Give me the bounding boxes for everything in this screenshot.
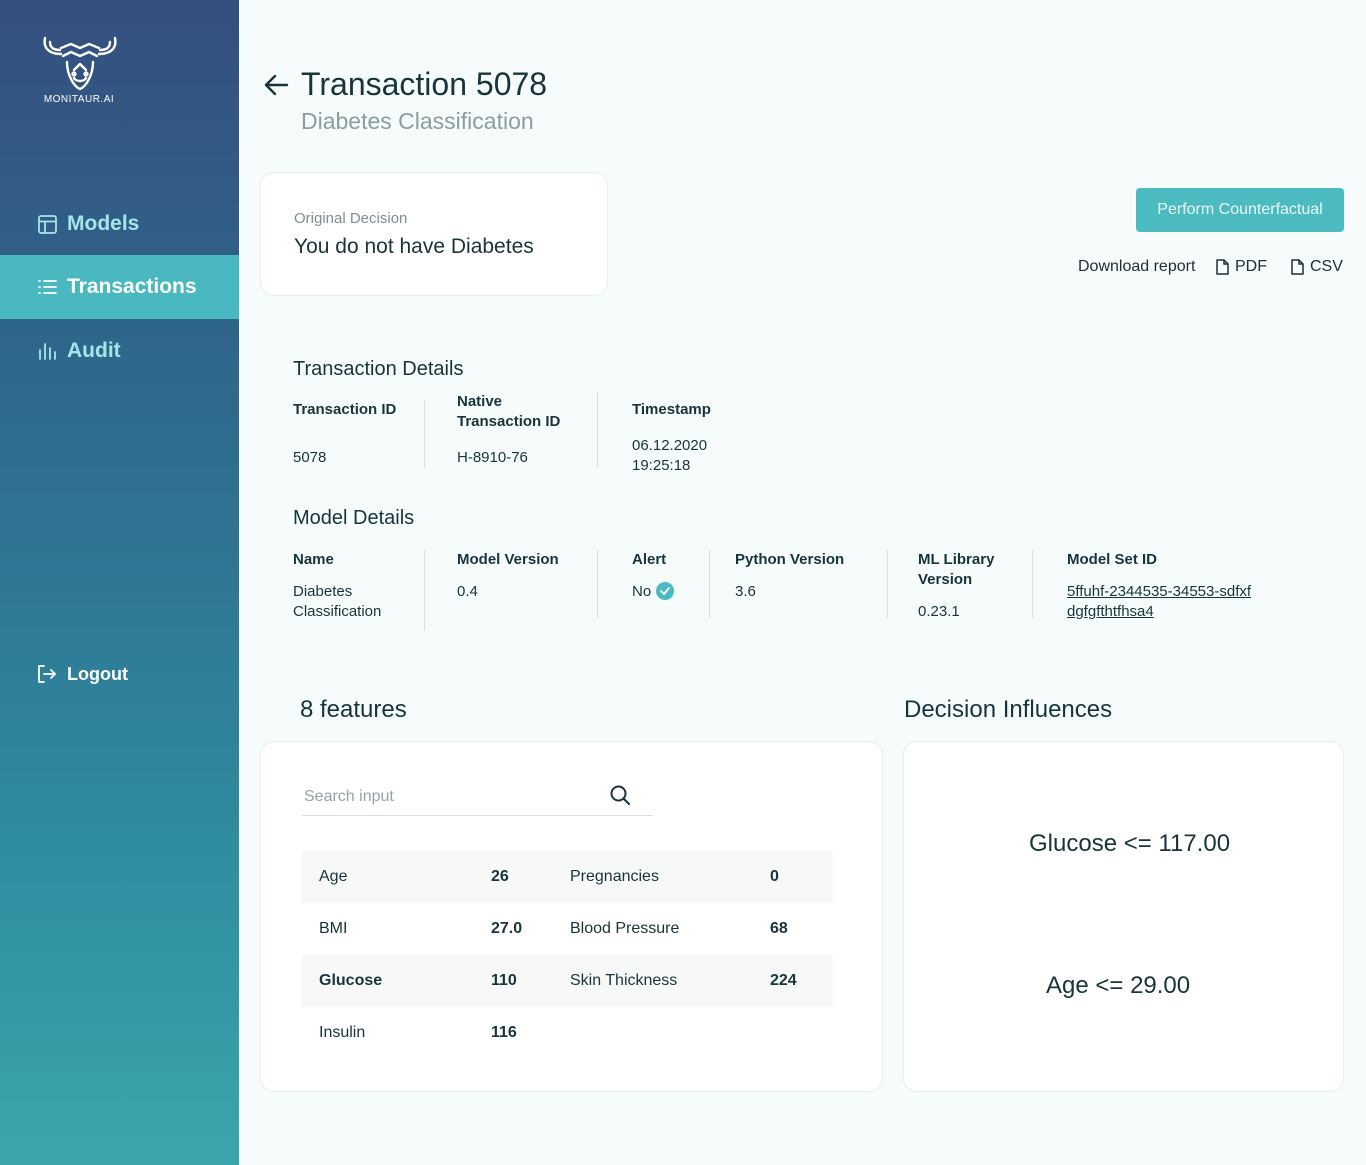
model-version-value: 0.4 xyxy=(457,583,478,600)
feature-name: BMI xyxy=(319,920,348,937)
list-icon xyxy=(37,277,57,297)
bar-chart-icon xyxy=(37,341,57,361)
features-title: 8 features xyxy=(300,696,407,723)
check-circle-icon xyxy=(656,581,675,600)
model-version-label: Model Version xyxy=(457,551,559,568)
feature-name: Skin Thickness xyxy=(570,972,678,989)
perform-counterfactual-button[interactable]: Perform Counterfactual xyxy=(1136,188,1344,232)
feature-value: 116 xyxy=(491,1024,517,1041)
bull-logo-icon xyxy=(43,36,117,91)
model-name-line2: Classification xyxy=(293,603,382,620)
nav-item-audit[interactable]: Audit xyxy=(0,319,239,383)
ml-library-label-line2: Version xyxy=(918,571,973,588)
feature-value: 26 xyxy=(491,868,509,885)
download-report-label: Download report xyxy=(1078,258,1196,275)
logout-icon xyxy=(37,664,57,684)
layout-icon xyxy=(37,214,57,234)
decision-value: You do not have Diabetes xyxy=(294,235,534,258)
feature-value: 0 xyxy=(770,868,779,885)
alert-value: No xyxy=(632,583,652,600)
feature-value: 110 xyxy=(491,972,517,989)
transaction-details-title: Transaction Details xyxy=(293,358,464,380)
native-id-label-line2: Transaction ID xyxy=(457,413,561,430)
table-row: BMI 27.0 Blood Pressure 68 xyxy=(301,903,833,955)
influence-item: Age <= 29.00 xyxy=(1046,972,1191,999)
brand-name: MONITAUR.AI xyxy=(43,94,115,105)
features-card: Age 26 Pregnancies 0 BMI 27.0 Blood Pres… xyxy=(260,741,883,1092)
download-pdf-link[interactable]: PDF xyxy=(1216,258,1267,276)
features-table: Age 26 Pregnancies 0 BMI 27.0 Blood Pres… xyxy=(301,851,833,1059)
page-title: Transaction 5078 xyxy=(301,66,548,102)
decision-influences-card: Glucose <= 117.00 Age <= 29.00 xyxy=(903,741,1344,1092)
ml-library-value: 0.23.1 xyxy=(918,603,960,620)
nav-item-models[interactable]: Models xyxy=(0,192,239,256)
decision-label: Original Decision xyxy=(294,210,408,227)
page-subtitle: Diabetes Classification xyxy=(301,108,534,134)
alert-value-wrap: No xyxy=(632,581,709,602)
feature-value: 68 xyxy=(770,920,788,937)
model-set-id-column: Model Set ID 5ffuhf-2344535-34553-sdfxf … xyxy=(1067,550,1327,622)
timestamp-date: 06.12.2020 xyxy=(632,437,708,454)
download-csv-link[interactable]: CSV xyxy=(1291,258,1343,276)
table-row: Age 26 Pregnancies 0 xyxy=(301,851,833,903)
influence-item: Glucose <= 117.00 xyxy=(1029,830,1231,857)
python-version-column: Python Version 3.6 xyxy=(735,550,888,618)
original-decision-card: Original Decision You do not have Diabet… xyxy=(260,172,608,296)
model-set-id-label: Model Set ID xyxy=(1067,551,1158,568)
logout-button[interactable]: Logout xyxy=(0,642,239,706)
feature-name: Age xyxy=(319,868,348,885)
native-id-column: Native Transaction ID H-8910-76 xyxy=(457,392,598,468)
file-icon xyxy=(1216,259,1229,275)
pdf-label: PDF xyxy=(1235,258,1267,275)
timestamp-label: Timestamp xyxy=(632,401,711,418)
ml-library-label-line1: ML Library xyxy=(918,551,995,568)
model-name-column: Name Diabetes Classification xyxy=(293,550,425,630)
decision-influences-title: Decision Influences xyxy=(904,696,1113,723)
python-version-value: 3.6 xyxy=(735,583,756,600)
search-icon[interactable] xyxy=(609,784,631,806)
timestamp-column: Timestamp 06.12.2020 19:25:18 xyxy=(632,400,772,476)
python-version-label: Python Version xyxy=(735,551,845,568)
feature-value: 27.0 xyxy=(491,920,523,937)
nav-label-transactions: Transactions xyxy=(67,275,197,298)
feature-name: Pregnancies xyxy=(570,868,659,885)
nav-label-audit: Audit xyxy=(67,339,121,362)
native-id-value: H-8910-76 xyxy=(457,449,528,466)
model-set-id-link-line2[interactable]: dgfgfthtfhsa4 xyxy=(1067,602,1327,622)
transaction-id-value: 5078 xyxy=(293,449,327,466)
model-version-column: Model Version 0.4 xyxy=(457,550,598,618)
feature-name: Blood Pressure xyxy=(570,920,680,937)
transaction-id-column: Transaction ID 5078 xyxy=(293,400,425,468)
table-row: Glucose 110 Skin Thickness 224 xyxy=(301,955,833,1007)
ml-library-column: ML Library Version 0.23.1 xyxy=(918,550,1033,620)
model-details-title: Model Details xyxy=(293,507,415,529)
nav-label-models: Models xyxy=(67,212,140,235)
native-id-label-line1: Native xyxy=(457,393,503,410)
model-set-id-link-line1[interactable]: 5ffuhf-2344535-34553-sdfxf xyxy=(1067,582,1327,602)
sidebar: MONITAUR.AI Models Transactions Audit Lo… xyxy=(0,0,239,1165)
transaction-id-label: Transaction ID xyxy=(293,401,397,418)
nav-item-transactions[interactable]: Transactions xyxy=(0,255,239,319)
feature-value: 224 xyxy=(770,972,797,989)
model-name-line1: Diabetes xyxy=(293,583,353,600)
back-arrow-icon[interactable] xyxy=(263,72,289,98)
feature-name: Glucose xyxy=(319,972,383,989)
model-name-label: Name xyxy=(293,551,334,568)
csv-label: CSV xyxy=(1310,258,1343,275)
brand-logo[interactable]: MONITAUR.AI xyxy=(40,34,120,105)
alert-column: Alert No xyxy=(632,550,710,618)
table-row: Insulin 116 xyxy=(301,1007,833,1059)
file-icon xyxy=(1291,259,1304,275)
feature-name: Insulin xyxy=(319,1024,366,1041)
nav-label-logout: Logout xyxy=(67,663,128,684)
timestamp-time: 19:25:18 xyxy=(632,457,691,474)
search-input[interactable] xyxy=(304,784,604,810)
search-field xyxy=(302,778,653,816)
alert-label: Alert xyxy=(632,551,667,568)
